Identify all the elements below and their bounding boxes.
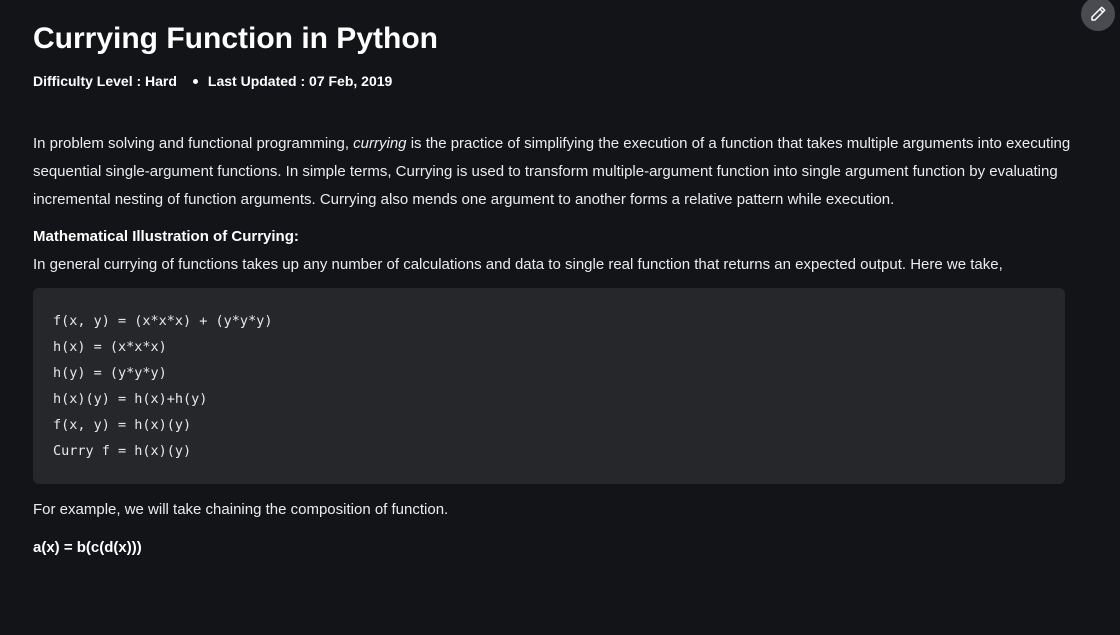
article: Currying Function in Python Difficulty L… (33, 0, 1073, 562)
page-title: Currying Function in Python (33, 22, 438, 55)
code-line: f(x, y) = (x*x*x) + (y*y*y) (53, 313, 273, 329)
article-meta: Difficulty Level : Hard Last Updated : 07… (33, 71, 1073, 91)
general-paragraph: In general currying of functions takes u… (33, 256, 1003, 273)
separator-dot (192, 78, 198, 84)
code-line: f(x, y) = h(x)(y) (53, 417, 192, 433)
code-line: Curry f = h(x)(y) (53, 443, 192, 459)
example-paragraph: For example, we will take chaining the c… (33, 501, 449, 518)
code-line: h(y) = (y*y*y) (53, 365, 167, 381)
composition-formula: a(x) = b(c(d(x))) (33, 539, 142, 556)
intro-paragraph: In problem solving and functional progra… (33, 130, 1073, 214)
code-block: f(x, y) = (x*x*x) + (y*y*y) h(x) = (x*x*… (33, 288, 1065, 484)
pencil-icon (1091, 6, 1106, 21)
last-updated: Last Updated : 07 Feb, 2019 (207, 73, 393, 89)
difficulty-level: Difficulty Level : Hard (33, 73, 177, 89)
section-subheading: Mathematical Illustration of Currying: (33, 228, 299, 245)
code-line: h(x) = (x*x*x) (53, 339, 167, 355)
intro-text-before: In problem solving and functional progra… (33, 135, 354, 152)
intro-italic-term: currying (353, 135, 407, 152)
code-line: h(x)(y) = h(x)+h(y) (53, 391, 208, 407)
edit-button[interactable] (1081, 0, 1115, 31)
